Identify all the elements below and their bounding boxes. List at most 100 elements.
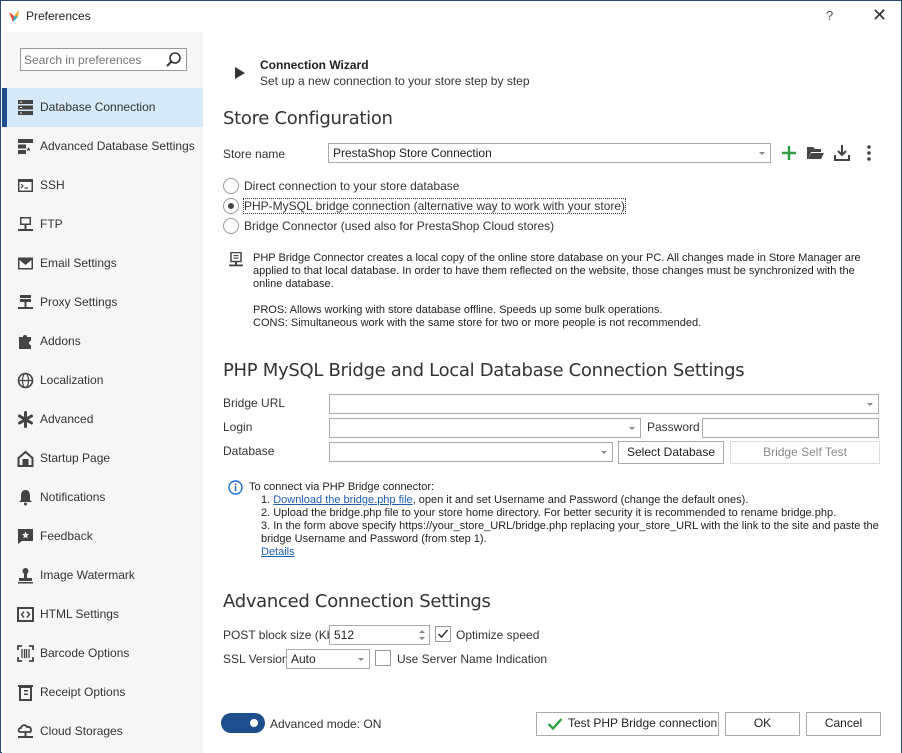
bell-icon <box>19 490 32 506</box>
sidebar-item-image-watermark[interactable]: Image Watermark <box>2 556 203 595</box>
advanced-mode-toggle[interactable] <box>221 713 265 733</box>
help-button[interactable]: ? <box>826 8 833 23</box>
checkmark-icon <box>437 629 449 639</box>
sidebar-item-email-settings[interactable]: Email Settings <box>2 244 203 283</box>
code-icon <box>17 607 34 622</box>
sidebar-item-label: SSH <box>40 178 65 192</box>
sidebar-item-advanced-database-settings[interactable]: * Advanced Database Settings <box>2 127 203 166</box>
add-connection-icon[interactable] <box>779 143 799 163</box>
radio-label: PHP-MySQL bridge connection (alternative… <box>242 198 627 214</box>
sidebar-item-label: HTML Settings <box>40 607 119 621</box>
sidebar-item-feedback[interactable]: Feedback <box>2 517 203 556</box>
store-name-label: Store name <box>223 147 286 161</box>
sidebar-item-advanced[interactable]: Advanced <box>2 400 203 439</box>
sidebar-item-label: Image Watermark <box>40 568 135 582</box>
post-block-size-label: POST block size (Kb) <box>223 628 338 642</box>
sidebar-item-label: Barcode Options <box>40 646 130 660</box>
radio-php-mysql-bridge[interactable]: PHP-MySQL bridge connection (alternative… <box>223 197 627 215</box>
sidebar-item-notifications[interactable]: Notifications <box>2 478 203 517</box>
network-folder-icon <box>18 217 33 231</box>
main-panel: Connection Wizard Set up a new connectio… <box>203 32 901 753</box>
preferences-window: Preferences ? ✕ Database Connection * Ad… <box>0 0 902 753</box>
sidebar-item-ftp[interactable]: FTP <box>2 205 203 244</box>
bridge-url-input[interactable] <box>329 394 879 414</box>
spinner-arrows-icon[interactable] <box>417 627 427 643</box>
envelope-icon <box>18 257 33 270</box>
star-message-icon <box>18 529 33 544</box>
ok-button[interactable]: OK <box>725 712 800 736</box>
sidebar-item-label: Advanced Database Settings <box>40 139 195 153</box>
search-icon[interactable] <box>165 51 183 69</box>
wizard-subtitle: Set up a new connection to your store st… <box>260 74 530 88</box>
help-intro: To connect via PHP Bridge connector: <box>249 481 435 493</box>
barcode-icon <box>17 645 34 662</box>
server-network-icon <box>18 295 33 309</box>
sidebar-item-label: Addons <box>40 334 81 348</box>
sidebar-item-label: Feedback <box>40 529 93 543</box>
chevron-down-icon <box>867 403 873 406</box>
select-database-button[interactable]: Select Database <box>618 441 724 464</box>
post-block-size-input[interactable]: 512 <box>329 625 430 645</box>
test-bridge-connection-button[interactable]: Test PHP Bridge connection <box>536 712 719 736</box>
svg-text:*: * <box>27 147 31 156</box>
test-button-label: Test PHP Bridge connection <box>568 716 718 730</box>
sidebar-item-html-settings[interactable]: HTML Settings <box>2 595 203 634</box>
sidebar-item-startup-page[interactable]: Startup Page <box>2 439 203 478</box>
sidebar: Database Connection * Advanced Database … <box>2 32 203 753</box>
bridge-settings-heading: PHP MySQL Bridge and Local Database Conn… <box>223 360 745 381</box>
radio-circle[interactable] <box>223 218 239 234</box>
globe-icon <box>17 372 34 389</box>
search-input[interactable] <box>21 49 161 70</box>
login-input[interactable] <box>329 418 641 438</box>
ssl-version-select[interactable]: Auto <box>286 649 370 669</box>
server-name-indication-checkbox[interactable] <box>375 650 391 666</box>
sidebar-item-label: Database Connection <box>40 100 156 114</box>
sidebar-item-barcode-options[interactable]: Barcode Options <box>2 634 203 673</box>
bridge-connector-icon <box>229 252 243 267</box>
more-options-icon[interactable] <box>859 143 879 163</box>
login-label: Login <box>223 420 253 434</box>
download-bridge-link[interactable]: Download the bridge.php file <box>273 494 412 506</box>
sidebar-item-label: FTP <box>40 217 63 231</box>
optimize-speed-checkbox[interactable] <box>435 626 451 642</box>
checkmark-icon <box>547 718 563 731</box>
download-icon[interactable] <box>832 143 852 163</box>
radio-label: Bridge Connector (used also for PrestaSh… <box>244 219 555 233</box>
sidebar-nav: Database Connection * Advanced Database … <box>2 88 203 751</box>
password-label: Password <box>647 420 700 434</box>
radio-circle[interactable] <box>223 178 239 194</box>
sidebar-item-ssh[interactable]: SSH <box>2 166 203 205</box>
bridge-connector-description: PHP Bridge Connector creates a local cop… <box>253 252 861 330</box>
details-link[interactable]: Details <box>261 546 295 558</box>
database-select[interactable] <box>329 442 613 462</box>
info-icon <box>228 480 243 495</box>
open-folder-icon[interactable] <box>805 143 825 163</box>
sidebar-item-database-connection[interactable]: Database Connection <box>2 88 203 127</box>
home-icon <box>17 450 34 467</box>
sidebar-item-localization[interactable]: Localization <box>2 361 203 400</box>
search-box[interactable] <box>20 48 187 71</box>
password-input[interactable] <box>702 418 879 438</box>
sidebar-item-proxy-settings[interactable]: Proxy Settings <box>2 283 203 322</box>
cancel-button[interactable]: Cancel <box>806 712 881 736</box>
radio-circle[interactable] <box>223 198 239 214</box>
bridge-self-test-button[interactable]: Bridge Self Test <box>730 441 880 464</box>
radio-direct-connection[interactable]: Direct connection to your store database <box>223 177 459 195</box>
info-line: applied to that local database. In order… <box>253 265 855 277</box>
sidebar-item-receipt-options[interactable]: Receipt Options <box>2 673 203 712</box>
help-step-1: 1. Download the bridge.php file, open it… <box>261 494 749 506</box>
terminal-icon <box>18 179 33 192</box>
info-line: PHP Bridge Connector creates a local cop… <box>253 252 861 264</box>
title-bar: Preferences ? ✕ <box>1 1 901 31</box>
store-name-select[interactable]: PrestaShop Store Connection <box>328 143 771 163</box>
play-icon <box>235 67 245 79</box>
sidebar-item-addons[interactable]: Addons <box>2 322 203 361</box>
receipt-icon <box>18 685 33 701</box>
sidebar-item-cloud-storages[interactable]: Cloud Storages <box>2 712 203 751</box>
radio-bridge-connector[interactable]: Bridge Connector (used also for PrestaSh… <box>223 217 554 235</box>
radio-label: Direct connection to your store database <box>244 179 460 193</box>
close-button[interactable]: ✕ <box>872 5 887 26</box>
sidebar-item-label: Advanced <box>40 412 94 426</box>
sidebar-item-label: Localization <box>40 373 104 387</box>
database-settings-icon: * <box>18 139 33 156</box>
